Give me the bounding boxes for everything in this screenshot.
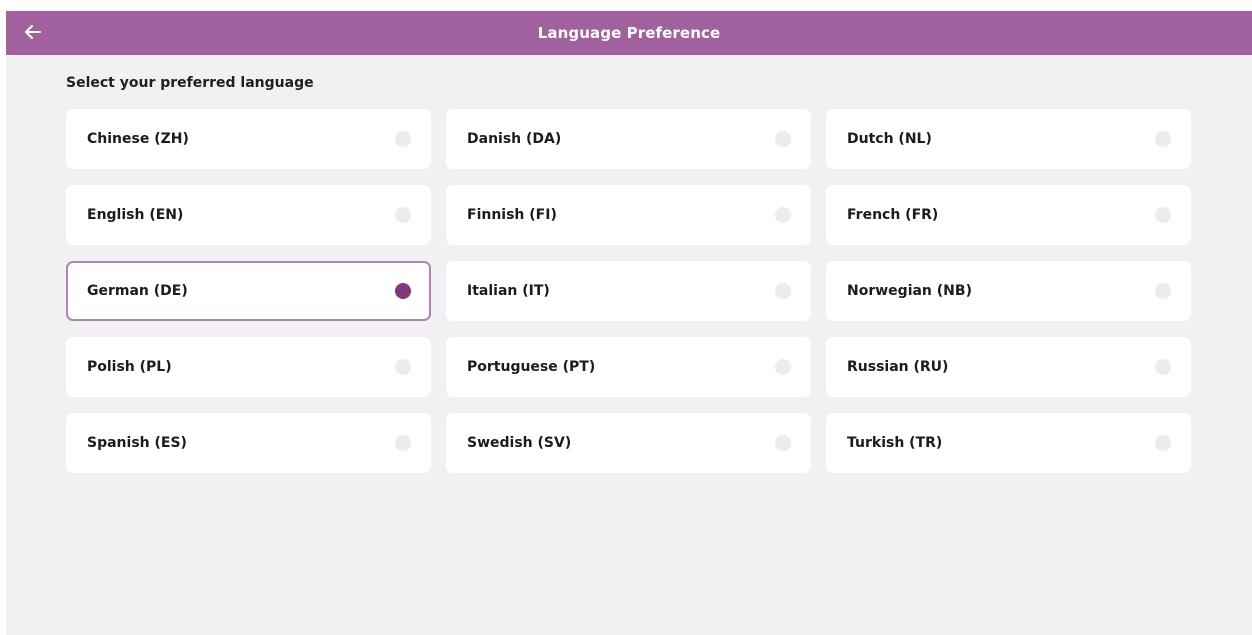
language-label: Spanish (ES) — [87, 435, 187, 451]
language-label: Russian (RU) — [847, 359, 949, 375]
language-label: Turkish (TR) — [847, 435, 943, 451]
language-grid: Chinese (ZH) Danish (DA) Dutch (NL) Engl… — [66, 109, 1191, 473]
page-title: Language Preference — [537, 24, 721, 42]
radio-indicator — [395, 207, 411, 223]
language-label: German (DE) — [87, 283, 188, 299]
language-option-norwegian[interactable]: Norwegian (NB) — [826, 261, 1191, 321]
language-option-english[interactable]: English (EN) — [66, 185, 431, 245]
language-label: Italian (IT) — [467, 283, 550, 299]
language-label: Finnish (FI) — [467, 207, 557, 223]
radio-indicator-selected — [395, 283, 411, 299]
language-option-danish[interactable]: Danish (DA) — [446, 109, 811, 169]
radio-indicator — [395, 131, 411, 147]
language-label: Danish (DA) — [467, 131, 562, 147]
radio-indicator — [775, 435, 791, 451]
radio-indicator — [1155, 359, 1171, 375]
radio-indicator — [1155, 435, 1171, 451]
language-label: Norwegian (NB) — [847, 283, 972, 299]
language-option-german[interactable]: German (DE) — [66, 261, 431, 321]
language-label: Chinese (ZH) — [87, 131, 189, 147]
language-option-french[interactable]: French (FR) — [826, 185, 1191, 245]
language-option-dutch[interactable]: Dutch (NL) — [826, 109, 1191, 169]
header-bar: Language Preference — [6, 11, 1252, 55]
radio-indicator — [1155, 207, 1171, 223]
language-option-italian[interactable]: Italian (IT) — [446, 261, 811, 321]
language-label: Dutch (NL) — [847, 131, 932, 147]
language-option-chinese[interactable]: Chinese (ZH) — [66, 109, 431, 169]
language-option-swedish[interactable]: Swedish (SV) — [446, 413, 811, 473]
language-label: Swedish (SV) — [467, 435, 572, 451]
language-label: English (EN) — [87, 207, 184, 223]
radio-indicator — [775, 359, 791, 375]
language-option-finnish[interactable]: Finnish (FI) — [446, 185, 811, 245]
language-option-spanish[interactable]: Spanish (ES) — [66, 413, 431, 473]
select-language-prompt: Select your preferred language — [66, 75, 314, 91]
language-option-portuguese[interactable]: Portuguese (PT) — [446, 337, 811, 397]
language-label: Portuguese (PT) — [467, 359, 596, 375]
app-frame: Language Preference Select your preferre… — [6, 11, 1252, 635]
language-option-russian[interactable]: Russian (RU) — [826, 337, 1191, 397]
radio-indicator — [775, 207, 791, 223]
radio-indicator — [775, 283, 791, 299]
radio-indicator — [1155, 131, 1171, 147]
radio-indicator — [1155, 283, 1171, 299]
radio-indicator — [775, 131, 791, 147]
radio-indicator — [395, 359, 411, 375]
language-label: French (FR) — [847, 207, 939, 223]
language-option-turkish[interactable]: Turkish (TR) — [826, 413, 1191, 473]
language-label: Polish (PL) — [87, 359, 172, 375]
radio-indicator — [395, 435, 411, 451]
language-option-polish[interactable]: Polish (PL) — [66, 337, 431, 397]
